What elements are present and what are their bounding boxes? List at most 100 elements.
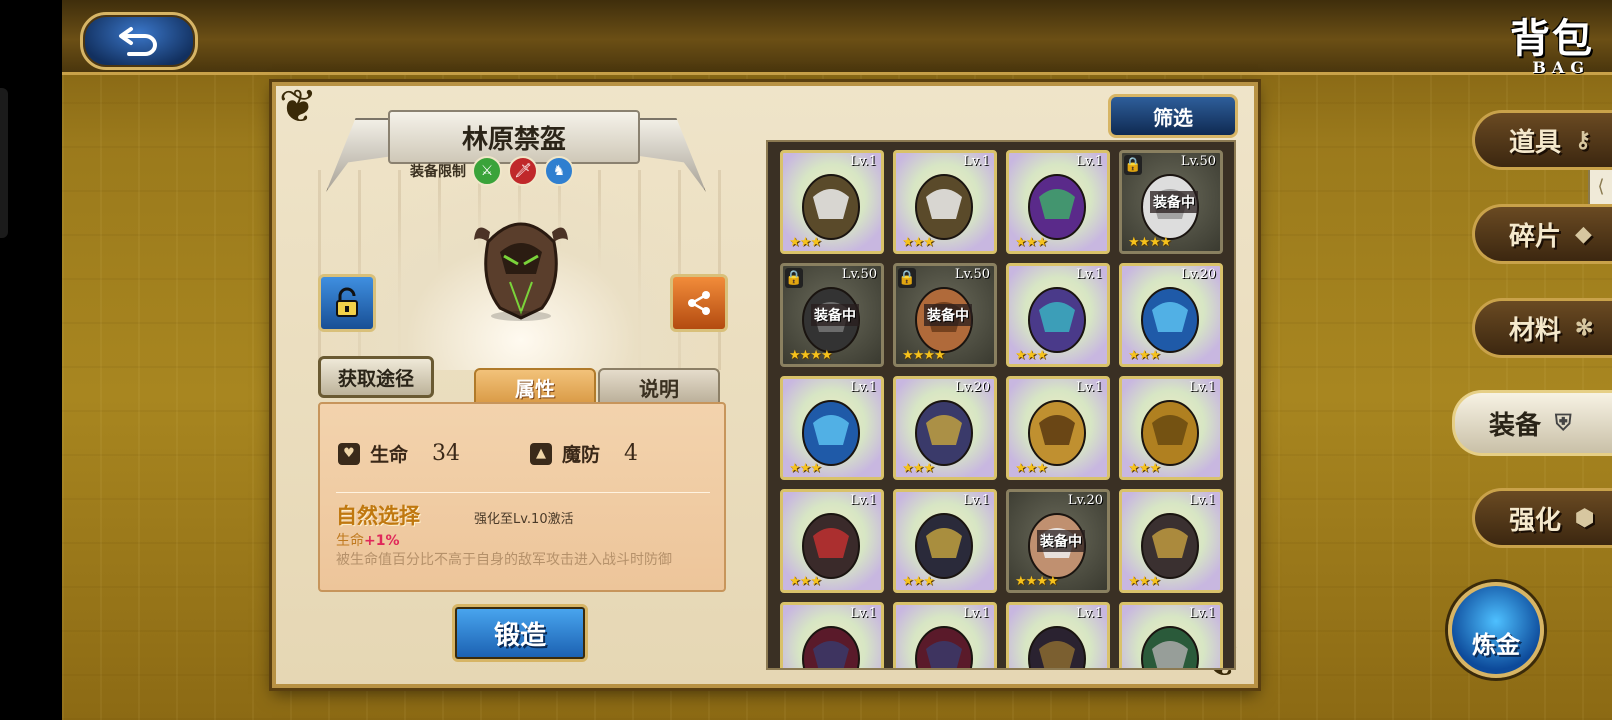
rider-class-icon: ♞: [544, 156, 574, 186]
equipment-slot[interactable]: Lv.1★★★: [893, 489, 997, 593]
side-tab-0[interactable]: 道具 ⚷: [1472, 110, 1612, 170]
equipment-slot[interactable]: Lv.20 ★★★: [1119, 263, 1223, 367]
equipment-slot[interactable]: Lv.1★★★: [1119, 376, 1223, 480]
side-tab-4[interactable]: 强化 ⬢: [1472, 488, 1612, 548]
equipment-slot[interactable]: Lv.1★★★: [1006, 376, 1110, 480]
slot-level: Lv.1: [850, 154, 877, 169]
stat-hp: ♥ 生命 34: [338, 440, 460, 467]
equip-restriction: 装备限制 ⚔ 🗡 ♞: [410, 156, 574, 186]
red-armor-icon: [915, 626, 973, 668]
alchemy-button[interactable]: 炼金: [1448, 582, 1544, 678]
tab-description[interactable]: 说明: [598, 368, 720, 406]
share-button[interactable]: [670, 274, 728, 332]
star-rating: ★★★: [1128, 461, 1161, 476]
page-subtitle: BAG: [1532, 58, 1590, 77]
filter-button[interactable]: 筛选: [1108, 94, 1238, 138]
equipment-slot[interactable]: 🔒 Lv.50 装备中 ★★★★: [893, 263, 997, 367]
equipment-slot[interactable]: Lv.1★★★: [780, 489, 884, 593]
gold-armor-icon: [1141, 513, 1199, 579]
lock-icon: 🔒: [1124, 155, 1142, 175]
skill-name: 自然选择: [336, 503, 420, 528]
equipment-slot[interactable]: Lv.1 ★★★: [1006, 150, 1110, 254]
skull-helm-icon: [915, 174, 973, 240]
slot-level: Lv.1: [1076, 154, 1103, 169]
skill-bonus: 生命+1%: [336, 530, 400, 550]
slot-level: Lv.1: [963, 606, 990, 621]
slot-level: Lv.20: [1180, 267, 1216, 282]
star-rating: ★★★★: [1128, 235, 1172, 250]
heart-icon: ♥: [338, 442, 360, 465]
lock-icon: 🔒: [785, 268, 803, 288]
slot-level: Lv.1: [1189, 606, 1216, 621]
unlock-icon: [336, 287, 358, 317]
wizard-hat-icon: ▲: [530, 442, 552, 465]
gear-icon: ✻: [1575, 315, 1594, 341]
lock-toggle-button[interactable]: [318, 274, 376, 332]
slot-level: Lv.1: [1076, 606, 1103, 621]
equipment-slot[interactable]: Lv.1★★★: [1006, 263, 1110, 367]
share-icon: [688, 291, 710, 315]
tab-attributes[interactable]: 属性: [474, 368, 596, 406]
back-button[interactable]: [80, 12, 198, 70]
equipped-badge: 装备中: [1037, 530, 1085, 552]
equipment-slot[interactable]: Lv.20 ★★★: [893, 376, 997, 480]
stat-label: 魔防: [562, 444, 601, 466]
stat-value: 34: [432, 441, 461, 466]
corner-ornament-icon: ❦: [278, 79, 318, 133]
dark-armor-icon: [1028, 626, 1086, 668]
side-tab-label: 强化: [1509, 505, 1562, 536]
restriction-label: 装备限制: [410, 164, 466, 180]
side-tab-2[interactable]: 材料 ✻: [1472, 298, 1612, 358]
skull-helm-icon: [802, 174, 860, 240]
upgrade-icon: ⬢: [1575, 505, 1595, 531]
slot-level: Lv.1: [850, 606, 877, 621]
slot-level: Lv.1: [850, 493, 877, 508]
star-rating: ★★★: [789, 461, 822, 476]
red-armor-icon: [802, 626, 860, 668]
star-rating: ★★★: [1128, 348, 1161, 363]
top-bar: [62, 0, 1612, 75]
divider: [336, 492, 710, 493]
armor-icon: ⛨: [1555, 410, 1572, 436]
equipment-slot[interactable]: Lv.1★★★: [1006, 602, 1110, 668]
slot-level: Lv.50: [1180, 154, 1216, 169]
equipment-slot[interactable]: Lv.1 ★★★: [1119, 489, 1223, 593]
slot-level: Lv.1: [1189, 493, 1216, 508]
slot-level: Lv.1: [850, 380, 877, 395]
star-rating: ★★★: [1128, 574, 1161, 589]
equipment-slot[interactable]: Lv.1★★★: [1119, 602, 1223, 668]
equipment-slot[interactable]: Lv.1★★★: [893, 602, 997, 668]
equipment-slot[interactable]: Lv.1★★★: [893, 150, 997, 254]
stat-label: 生命: [370, 444, 409, 466]
side-tab-3[interactable]: 装备 ⛨: [1452, 390, 1612, 456]
side-tab-label: 碎片: [1509, 221, 1562, 252]
equipped-badge: 装备中: [811, 304, 859, 326]
stat-value: 4: [624, 441, 639, 466]
side-tab-label: 装备: [1489, 410, 1542, 441]
star-rating: ★★★: [902, 461, 935, 476]
side-tab-1[interactable]: 碎片 ◆: [1472, 204, 1612, 264]
skill-bonus-label: 生命: [336, 533, 364, 549]
equipment-grid: Lv.1 ★★★ Lv.1 ★★★ Lv.1 ★★★ 🔒 Lv.50 装备中 ★★★★ 🔒 Lv.50…: [766, 140, 1236, 670]
equipped-badge: 装备中: [1150, 191, 1198, 213]
star-rating: ★★★: [1015, 235, 1048, 250]
screen-notch: [0, 88, 8, 238]
equipment-slot[interactable]: 🔒 Lv.50 装备中 ★★★★: [780, 263, 884, 367]
star-rating: ★★★: [789, 235, 822, 250]
equipment-slot[interactable]: Lv.1 ★★★: [780, 376, 884, 480]
equipment-slot[interactable]: 🔒 Lv.50 装备中 ★★★★: [1119, 150, 1223, 254]
skill-condition: 强化至Lv.10激活: [474, 512, 574, 527]
back-arrow-icon: [119, 27, 157, 56]
equipment-slot[interactable]: Lv.20 装备中 ★★★★: [1006, 489, 1110, 593]
star-rating: ★★★★: [1015, 574, 1059, 589]
forge-button[interactable]: 锻造: [452, 604, 588, 662]
equipment-slot[interactable]: Lv.1 ★★★: [780, 150, 884, 254]
acquire-source-button[interactable]: 获取途径: [318, 356, 434, 398]
stat-magic-defense: ▲ 魔防 4: [530, 440, 638, 467]
star-rating: ★★★: [1015, 461, 1048, 476]
equipment-slot[interactable]: Lv.1★★★: [780, 602, 884, 668]
key-icon: ⚷: [1575, 127, 1592, 153]
star-rating: ★★★★: [902, 348, 946, 363]
blue-armor-icon: [1141, 287, 1199, 353]
star-rating: ★★★: [902, 574, 935, 589]
